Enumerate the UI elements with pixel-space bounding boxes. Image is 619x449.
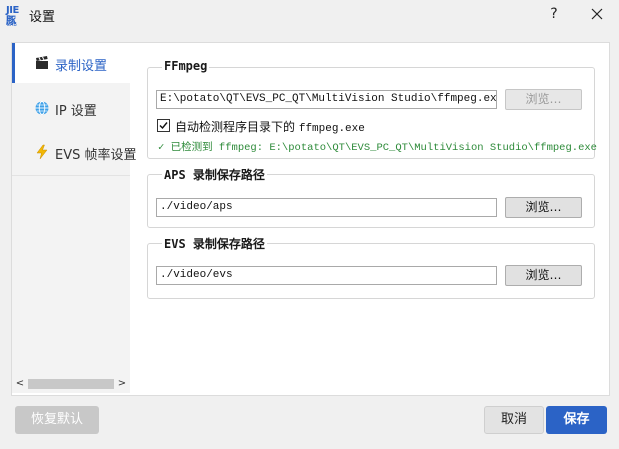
lightning-icon (36, 144, 48, 160)
evs-browse-button[interactable]: 浏览… (505, 265, 582, 286)
auto-detect-label[interactable]: 自动检测程序目录下的 ffmpeg.exe (175, 118, 365, 135)
checkmark-icon (159, 122, 168, 130)
auto-detect-text: 自动检测程序目录下的 (175, 120, 296, 134)
aps-path-input[interactable]: ./video/aps (156, 198, 497, 217)
clapperboard-icon (36, 56, 48, 69)
sidebar-horizontal-scrollbar[interactable]: < > (12, 376, 130, 392)
aps-group-title: APS 录制保存路径 (162, 166, 267, 183)
ffmpeg-detected-status: ✓ 已检测到 ffmpeg: E:\potato\QT\EVS_PC_QT\Mu… (158, 142, 597, 154)
save-button[interactable]: 保存 (546, 406, 607, 434)
sidebar-item-label: IP 设置 (55, 104, 97, 119)
sidebar-item-recording[interactable]: 录制设置 (12, 43, 130, 83)
ffmpeg-path-input[interactable]: E:\potato\QT\EVS_PC_QT\MultiVision Studi… (156, 90, 497, 109)
help-button[interactable]: ? (542, 4, 566, 24)
ffmpeg-group-title: FFmpeg (162, 59, 210, 73)
globe-icon (35, 101, 49, 115)
window-title: 设置 (29, 10, 56, 25)
auto-detect-checkbox[interactable] (157, 119, 170, 132)
cancel-button[interactable]: 取消 (484, 406, 544, 434)
ffmpeg-browse-button[interactable]: 浏览… (505, 89, 582, 110)
title-bar: JIE豚 JIE LAB 设置 ? (0, 0, 619, 28)
close-icon (591, 8, 603, 20)
close-button[interactable] (585, 4, 609, 24)
sidebar-item-evs-framerate[interactable]: EVS 帧率设置 (12, 132, 137, 172)
evs-path-input[interactable]: ./video/evs (156, 266, 497, 285)
evs-group-title: EVS 录制保存路径 (162, 235, 267, 252)
sidebar-divider (12, 175, 130, 176)
app-logo: JIE豚 JIE LAB (6, 5, 24, 28)
reset-defaults-button[interactable]: 恢复默认 (15, 406, 99, 434)
app-logo-subtext: JIE LAB (7, 16, 17, 28)
auto-detect-filename: ffmpeg.exe (298, 123, 365, 135)
sidebar-item-label: 录制设置 (55, 59, 108, 74)
sidebar-item-label: EVS 帧率设置 (55, 148, 137, 163)
scroll-right-arrow-icon[interactable]: > (114, 376, 130, 392)
scrollbar-thumb[interactable] (28, 379, 114, 389)
active-indicator (12, 43, 15, 83)
sidebar: 录制设置 IP 设置 EVS 帧率设置 (12, 43, 137, 393)
sidebar-item-ip[interactable]: IP 设置 (12, 88, 130, 128)
scroll-left-arrow-icon[interactable]: < (12, 376, 28, 392)
aps-browse-button[interactable]: 浏览… (505, 197, 582, 218)
